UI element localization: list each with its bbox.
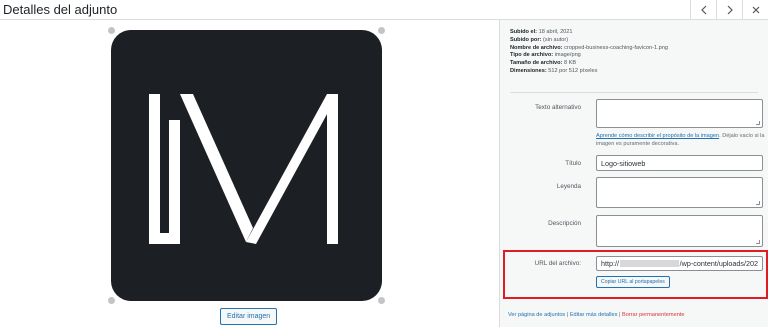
redacted-domain — [619, 260, 679, 267]
modal-title: Detalles del adjunto — [3, 2, 118, 17]
meta-dimensions: Dimensiones: 512 por 512 píxeles — [510, 67, 598, 74]
modal-header: Detalles del adjunto — [0, 0, 768, 20]
meta-uploaded-by: Subido por: (sin autor) — [510, 36, 569, 43]
file-url-label: URL del archivo: — [534, 260, 581, 267]
delete-permanently-link[interactable]: Borrar permanentemente — [622, 312, 685, 318]
attachment-actions: Ver página de adjuntos | Editar más deta… — [508, 312, 685, 318]
edit-image-button[interactable]: Editar imagen — [220, 308, 278, 325]
description-label: Descripción — [548, 220, 581, 227]
crop-handle[interactable] — [378, 27, 385, 34]
meta-filename: Nombre de archivo: cropped-business-coac… — [510, 44, 668, 51]
resize-grip-icon[interactable] — [756, 121, 760, 125]
alt-text-help: Aprende cómo describir el propósito de l… — [596, 133, 765, 147]
next-button[interactable] — [716, 0, 742, 20]
caption-field[interactable] — [596, 177, 763, 208]
lm-logo-icon — [149, 94, 338, 244]
attachment-details-sidebar: Subido el: 18 abril, 2021 Subido por: (s… — [499, 20, 768, 327]
file-metadata: Subido el: 18 abril, 2021 Subido por: (s… — [510, 29, 668, 76]
close-button[interactable] — [742, 0, 768, 20]
copy-url-button[interactable]: Copiar URL al portapapeles — [596, 276, 670, 288]
attachment-image — [111, 30, 382, 301]
crop-handle[interactable] — [108, 297, 115, 304]
meta-filesize: Tamaño de archivo: 8 KB — [510, 60, 577, 67]
resize-grip-icon[interactable] — [756, 201, 760, 205]
chevron-left-icon — [700, 5, 706, 15]
meta-filetype: Tipo de archivo: image/png — [510, 52, 581, 59]
media-preview: Editar imagen — [0, 20, 499, 327]
chevron-right-icon — [727, 5, 733, 15]
caption-label: Leyenda — [556, 183, 581, 190]
title-field[interactable]: Logo-sitioweb — [596, 155, 763, 171]
view-attachment-page-link[interactable]: Ver página de adjuntos — [508, 312, 565, 318]
alt-text-label: Texto alternativo — [535, 104, 581, 111]
previous-button[interactable] — [690, 0, 716, 20]
alt-text-help-link[interactable]: Aprende cómo describir el propósito de l… — [596, 133, 719, 139]
alt-text-field[interactable] — [596, 99, 763, 128]
divider — [510, 92, 758, 93]
image-container — [108, 27, 385, 304]
close-icon — [752, 6, 759, 14]
description-field[interactable] — [596, 215, 763, 247]
crop-handle[interactable] — [108, 27, 115, 34]
resize-grip-icon[interactable] — [756, 240, 760, 244]
crop-handle[interactable] — [378, 297, 385, 304]
title-label: Título — [565, 160, 581, 167]
meta-uploaded-on: Subido el: 18 abril, 2021 — [510, 29, 573, 35]
file-url-field[interactable]: http:///wp-content/uploads/202 — [596, 256, 763, 271]
edit-more-details-link[interactable]: Editar más detalles — [570, 312, 618, 318]
